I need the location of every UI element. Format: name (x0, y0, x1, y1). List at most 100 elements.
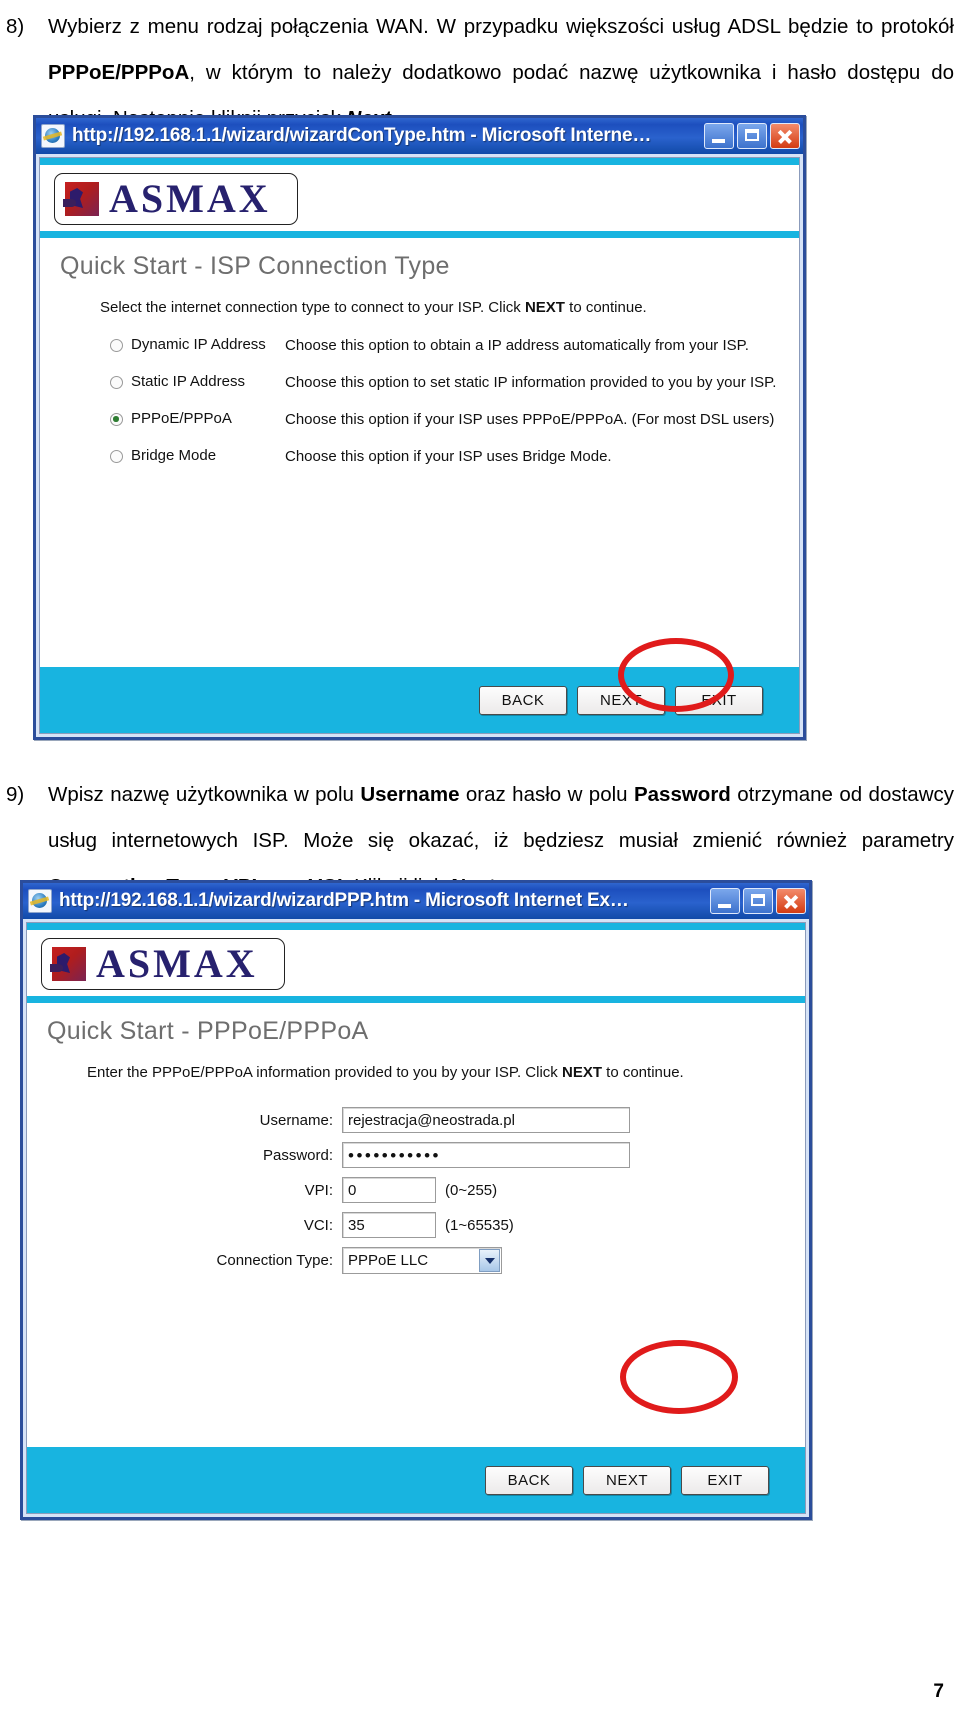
form-row-connection-type: Connection Type: PPPoE LLC (27, 1247, 805, 1274)
page-description-post: to continue. (564, 299, 647, 316)
pppoe-form: Username: rejestracja@neostrada.pl Passw… (27, 1081, 805, 1274)
asmax-logo: ASMAX (54, 173, 298, 225)
close-icon[interactable] (776, 888, 806, 914)
asmax-mark-icon (50, 947, 86, 981)
top-accent-bar (27, 923, 805, 930)
window2-content: ASMAX Quick Start - PPPoE/PPPoA Enter th… (26, 922, 806, 1514)
back-button[interactable]: BACK (479, 685, 567, 715)
vci-label: VCI: (303, 1216, 333, 1234)
form-row-vpi: VPI: 0 (0~255) (27, 1177, 805, 1203)
password-input[interactable]: ••••••••••• (342, 1142, 630, 1168)
page-description-emphasis: NEXT (524, 299, 565, 316)
option-label: Bridge Mode (131, 447, 217, 464)
page-title: Quick Start - PPPoE/PPPoA (47, 1017, 369, 1045)
option-description: Choose this option if your ISP uses Brid… (285, 448, 612, 465)
router-page-pppoe-pppoa: ASMAX Quick Start - PPPoE/PPPoA Enter th… (27, 923, 805, 1513)
close-icon[interactable] (770, 123, 800, 149)
option-label-wrap[interactable]: PPPoE/PPPoA (40, 410, 285, 429)
internet-explorer-icon (41, 124, 65, 148)
window2-controls (710, 888, 806, 914)
vpi-range-hint: (0~255) (445, 1181, 498, 1199)
page-number: 7 (933, 1681, 944, 1702)
exit-button[interactable]: EXIT (675, 685, 763, 715)
asmax-logo: ASMAX (41, 938, 285, 990)
brand-name: ASMAX (96, 941, 258, 986)
option-row-static-ip[interactable]: Static IP Address Choose this option to … (40, 373, 799, 410)
next-button[interactable]: NEXT (583, 1465, 671, 1495)
option-description: Choose this option to obtain a IP addres… (285, 337, 749, 354)
internet-explorer-icon (28, 889, 52, 913)
page-description-post: to continue. (602, 1064, 684, 1081)
asmax-mark-icon (63, 182, 99, 216)
step-text-segment: oraz hasło w polu (459, 783, 634, 806)
minimize-icon[interactable] (704, 123, 734, 149)
option-label-wrap[interactable]: Bridge Mode (40, 447, 285, 466)
connection-type-select[interactable]: PPPoE LLC (342, 1247, 502, 1274)
form-row-password: Password: ••••••••••• (27, 1142, 805, 1168)
password-masked-value: ••••••••••• (348, 1145, 441, 1165)
router-page-isp-connection-type: ASMAX Quick Start - ISP Connection Type … (40, 158, 799, 733)
window1-titlebar[interactable]: http://192.168.1.1/wizard/wizardConType.… (36, 118, 803, 154)
step-text-segment: Wybierz z menu rodzaj połączenia WAN. W … (48, 15, 954, 38)
vci-input[interactable]: 35 (342, 1212, 436, 1238)
page-description-emphasis: NEXT (561, 1064, 602, 1081)
brand-header: ASMAX (27, 930, 805, 996)
window2-button-bar: BACK NEXT EXIT (27, 1447, 805, 1513)
vpi-input[interactable]: 0 (342, 1177, 436, 1203)
brand-name: ASMAX (109, 176, 271, 221)
username-input[interactable]: rejestracja@neostrada.pl (342, 1107, 630, 1133)
maximize-icon[interactable] (743, 888, 773, 914)
radio-bridge-mode[interactable] (110, 450, 123, 463)
exit-button[interactable]: EXIT (681, 1465, 769, 1495)
window1-title: http://192.168.1.1/wizard/wizardConType.… (72, 125, 652, 146)
step-text-segment: Username (360, 783, 460, 806)
page-description: Select the internet connection type to c… (40, 281, 799, 316)
back-button[interactable]: BACK (485, 1465, 573, 1495)
window1-content: ASMAX Quick Start - ISP Connection Type … (39, 157, 800, 734)
under-logo-accent-bar (27, 996, 805, 1003)
option-label-wrap[interactable]: Static IP Address (40, 373, 285, 392)
option-row-pppoe-pppoa[interactable]: PPPoE/PPPoA Choose this option if your I… (40, 410, 799, 447)
under-logo-accent-bar (40, 231, 799, 238)
page-description-pre: Enter the PPPoE/PPPoA information provid… (87, 1064, 562, 1081)
browser-window-pppoe-pppoa[interactable]: http://192.168.1.1/wizard/wizardPPP.htm … (20, 880, 812, 1520)
connection-type-label: Connection Type: (216, 1252, 333, 1269)
radio-static-ip[interactable] (110, 376, 123, 389)
option-row-dynamic-ip[interactable]: Dynamic IP Address Choose this option to… (40, 336, 799, 373)
page-title: Quick Start - ISP Connection Type (60, 252, 450, 280)
option-label: Dynamic IP Address (131, 336, 266, 353)
option-description: Choose this option to set static IP info… (285, 374, 777, 391)
window2-titlebar[interactable]: http://192.168.1.1/wizard/wizardPPP.htm … (23, 883, 809, 919)
step-text-segment: PPPoE/PPPoA (48, 61, 190, 84)
next-button[interactable]: NEXT (577, 685, 665, 715)
page-description: Enter the PPPoE/PPPoA information provid… (27, 1046, 805, 1081)
browser-window-isp-connection-type[interactable]: http://192.168.1.1/wizard/wizardConType.… (33, 115, 806, 740)
option-description: Choose this option if your ISP uses PPPo… (285, 411, 775, 428)
radio-pppoe-pppoa[interactable] (110, 413, 123, 426)
radio-dynamic-ip[interactable] (110, 339, 123, 352)
password-label: Password: (262, 1146, 333, 1164)
option-label-wrap[interactable]: Dynamic IP Address (40, 336, 285, 355)
window1-controls (704, 123, 800, 149)
vci-range-hint: (1~65535) (445, 1216, 514, 1234)
window2-title: http://192.168.1.1/wizard/wizardPPP.htm … (59, 890, 629, 911)
step-number: 8) (6, 15, 25, 38)
option-label: PPPoE/PPPoA (131, 410, 232, 427)
brand-header: ASMAX (40, 165, 799, 231)
window1-button-bar: BACK NEXT EXIT (40, 667, 799, 733)
maximize-icon[interactable] (737, 123, 767, 149)
connection-type-value: PPPoE LLC (348, 1252, 429, 1269)
page-description-pre: Select the internet connection type to c… (100, 299, 525, 316)
chevron-down-icon[interactable] (479, 1249, 500, 1272)
option-label: Static IP Address (131, 373, 245, 390)
username-label: Username: (259, 1111, 333, 1129)
step-text-segment: Password (633, 783, 731, 806)
top-accent-bar (40, 158, 799, 165)
option-row-bridge-mode[interactable]: Bridge Mode Choose this option if your I… (40, 447, 799, 484)
vpi-label: VPI: (304, 1181, 333, 1199)
connection-type-options: Dynamic IP Address Choose this option to… (40, 316, 799, 484)
minimize-icon[interactable] (710, 888, 740, 914)
form-row-vci: VCI: 35 (1~65535) (27, 1212, 805, 1238)
step-number: 9) (6, 783, 25, 806)
form-row-username: Username: rejestracja@neostrada.pl (27, 1107, 805, 1133)
